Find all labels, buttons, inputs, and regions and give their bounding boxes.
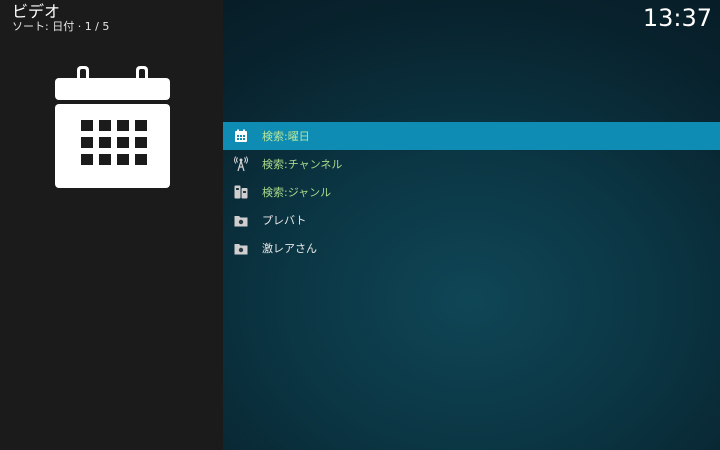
menu-item-folder-prebato[interactable]: プレバト — [223, 206, 720, 234]
left-info-panel: ビデオ ソート: 日付 · 1 / 5 — [0, 0, 223, 450]
menu-item-label: 検索:曜日 — [262, 130, 310, 143]
menu-item-label: 激レアさん — [262, 242, 317, 255]
menu-item-label: 検索:チャンネル — [262, 158, 343, 171]
calendar-icon — [233, 128, 249, 144]
sort-status: ソート: 日付 · 1 / 5 — [12, 20, 110, 33]
menu-item-search-channel[interactable]: 検索:チャンネル — [223, 150, 720, 178]
genre-icon — [233, 184, 249, 200]
folder-icon — [233, 212, 249, 228]
antenna-icon — [233, 156, 249, 172]
menu-item-label: 検索:ジャンル — [262, 186, 332, 199]
menu-item-search-genre[interactable]: 検索:ジャンル — [223, 178, 720, 206]
menu-item-label: プレバト — [262, 214, 307, 227]
menu-item-folder-gekirea[interactable]: 激レアさん — [223, 234, 720, 262]
window-title: ビデオ — [12, 2, 61, 21]
menu-item-search-weekday[interactable]: 検索:曜日 — [223, 122, 720, 150]
large-calendar-icon — [55, 66, 170, 188]
clock: 13:37 — [642, 4, 712, 32]
folder-icon — [233, 240, 249, 256]
menu-list: 検索:曜日 検索:チャンネル 検索:ジャンル プレバト 激レアさん — [223, 122, 720, 262]
